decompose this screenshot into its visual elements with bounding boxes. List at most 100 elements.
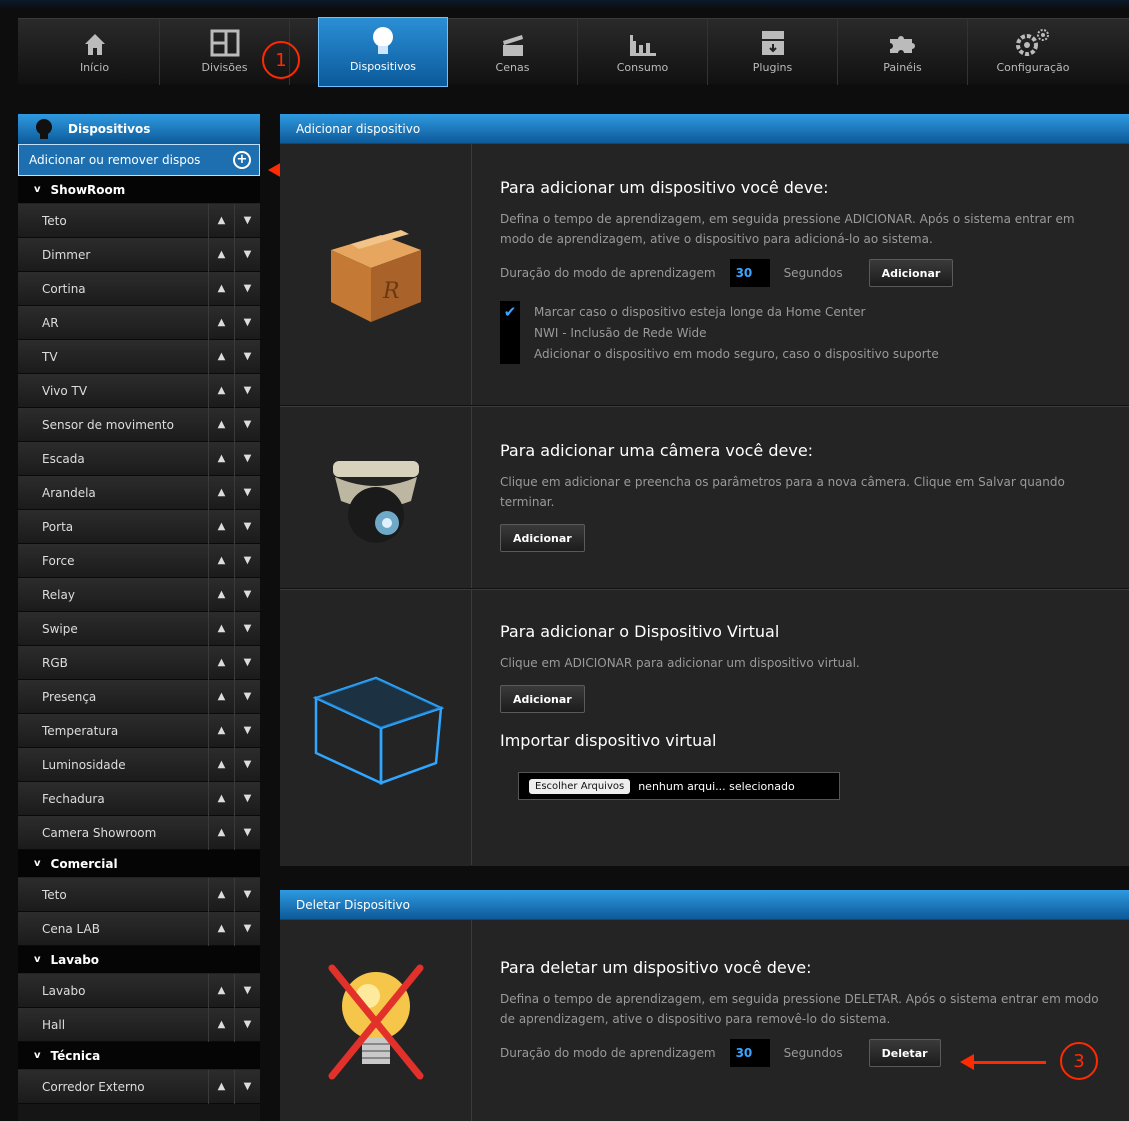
move-up-icon[interactable]: ▲	[208, 441, 234, 476]
move-down-icon[interactable]: ▼	[234, 611, 260, 646]
sidebar-group-header[interactable]: v Técnica	[18, 1042, 260, 1070]
move-up-icon[interactable]: ▲	[208, 645, 234, 680]
move-down-icon[interactable]: ▼	[234, 815, 260, 850]
move-down-icon[interactable]: ▼	[234, 781, 260, 816]
move-up-icon[interactable]: ▲	[208, 543, 234, 578]
choose-files-button[interactable]: Escolher Arquivos	[529, 778, 631, 794]
move-up-icon[interactable]: ▲	[208, 747, 234, 782]
move-down-icon[interactable]: ▼	[234, 237, 260, 272]
move-down-icon[interactable]: ▼	[234, 877, 260, 912]
nwi-checkbox[interactable]	[500, 322, 520, 343]
add-camera-button[interactable]: Adicionar	[500, 524, 585, 552]
secure-mode-checkbox[interactable]	[500, 343, 520, 364]
sidebar-device-item[interactable]: Luminosidade ▲ ▼	[18, 747, 260, 782]
nav-item-configuracao[interactable]: Configuração	[968, 19, 1098, 85]
move-up-icon[interactable]: ▲	[208, 911, 234, 946]
nav-item-cenas[interactable]: Cenas	[448, 19, 578, 85]
sidebar-device-item[interactable]: Camera Showroom ▲ ▼	[18, 815, 260, 850]
sidebar-device-item[interactable]: Temperatura ▲ ▼	[18, 713, 260, 748]
sidebar-device-item[interactable]: Sensor de movimento ▲ ▼	[18, 407, 260, 442]
delete-device-section: Para deletar um dispositivo você deve: D…	[280, 919, 1129, 1121]
sidebar-group-header[interactable]: v Lavabo	[18, 946, 260, 974]
nav-item-paineis[interactable]: Painéis	[838, 19, 968, 85]
move-up-icon[interactable]: ▲	[208, 475, 234, 510]
add-device-instructions: Defina o tempo de aprendizagem, em segui…	[500, 212, 1075, 246]
sidebar-device-item[interactable]: Teto ▲ ▼	[18, 203, 260, 238]
add-remove-devices-button[interactable]: Adicionar ou remover dispos +	[18, 144, 260, 176]
far-from-hc-checkbox[interactable]: ✔	[500, 301, 520, 322]
move-up-icon[interactable]: ▲	[208, 271, 234, 306]
sidebar-device-item[interactable]: Relay ▲ ▼	[18, 577, 260, 612]
move-up-icon[interactable]: ▲	[208, 611, 234, 646]
sidebar-device-item[interactable]: Fechadura ▲ ▼	[18, 781, 260, 816]
nav-item-consumo[interactable]: Consumo	[578, 19, 708, 85]
move-down-icon[interactable]: ▼	[234, 509, 260, 544]
delete-duration-input[interactable]: 30	[729, 1039, 770, 1067]
add-device-button[interactable]: Adicionar	[868, 259, 954, 287]
move-up-icon[interactable]: ▲	[208, 1007, 234, 1042]
move-down-icon[interactable]: ▼	[234, 543, 260, 578]
sidebar-device-item[interactable]: Cortina ▲ ▼	[18, 271, 260, 306]
sidebar-device-item[interactable]: Arandela ▲ ▼	[18, 475, 260, 510]
move-up-icon[interactable]: ▲	[208, 407, 234, 442]
move-up-icon[interactable]: ▲	[208, 781, 234, 816]
sidebar-device-item[interactable]: Force ▲ ▼	[18, 543, 260, 578]
sidebar-device-item[interactable]: Lavabo ▲ ▼	[18, 973, 260, 1008]
reorder-controls: ▲ ▼	[208, 781, 260, 816]
sidebar-device-item[interactable]: Vivo TV ▲ ▼	[18, 373, 260, 408]
import-file-picker[interactable]: Escolher Arquivos nenhum arqui... seleci…	[518, 772, 840, 800]
learning-duration-input[interactable]: 30	[729, 259, 770, 287]
move-down-icon[interactable]: ▼	[234, 577, 260, 612]
sidebar-device-item[interactable]: Teto ▲ ▼	[18, 877, 260, 912]
move-down-icon[interactable]: ▼	[234, 1069, 260, 1104]
move-down-icon[interactable]: ▼	[234, 339, 260, 374]
move-up-icon[interactable]: ▲	[208, 509, 234, 544]
move-up-icon[interactable]: ▲	[208, 203, 234, 238]
move-up-icon[interactable]: ▲	[208, 373, 234, 408]
move-down-icon[interactable]: ▼	[234, 203, 260, 238]
add-virtual-button[interactable]: Adicionar	[500, 685, 585, 713]
sidebar-device-item[interactable]: TV ▲ ▼	[18, 339, 260, 374]
sidebar-device-item[interactable]: Swipe ▲ ▼	[18, 611, 260, 646]
move-up-icon[interactable]: ▲	[208, 577, 234, 612]
sidebar-group-header[interactable]: v Comercial	[18, 850, 260, 878]
move-up-icon[interactable]: ▲	[208, 713, 234, 748]
reorder-controls: ▲ ▼	[208, 305, 260, 340]
move-down-icon[interactable]: ▼	[234, 441, 260, 476]
move-down-icon[interactable]: ▼	[234, 1007, 260, 1042]
move-up-icon[interactable]: ▲	[208, 877, 234, 912]
move-down-icon[interactable]: ▼	[234, 475, 260, 510]
sidebar-device-item[interactable]: RGB ▲ ▼	[18, 645, 260, 680]
sidebar-device-item[interactable]: Presença ▲ ▼	[18, 679, 260, 714]
move-up-icon[interactable]: ▲	[208, 815, 234, 850]
move-up-icon[interactable]: ▲	[208, 1069, 234, 1104]
move-down-icon[interactable]: ▼	[234, 305, 260, 340]
sidebar-device-item[interactable]: Corredor Externo ▲ ▼	[18, 1069, 260, 1104]
move-down-icon[interactable]: ▼	[234, 679, 260, 714]
move-up-icon[interactable]: ▲	[208, 679, 234, 714]
sidebar-device-item[interactable]: Dimmer ▲ ▼	[18, 237, 260, 272]
move-up-icon[interactable]: ▲	[208, 237, 234, 272]
move-up-icon[interactable]: ▲	[208, 339, 234, 374]
move-down-icon[interactable]: ▼	[234, 271, 260, 306]
sidebar-group-header[interactable]: v ShowRoom	[18, 176, 260, 204]
delete-device-button[interactable]: Deletar	[868, 1039, 941, 1067]
nav-item-dispositivos[interactable]: Dispositivos	[318, 17, 448, 87]
move-down-icon[interactable]: ▼	[234, 373, 260, 408]
move-up-icon[interactable]: ▲	[208, 973, 234, 1008]
sidebar-device-item[interactable]: AR ▲ ▼	[18, 305, 260, 340]
sidebar-device-item[interactable]: Escada ▲ ▼	[18, 441, 260, 476]
nav-item-inicio[interactable]: Início	[30, 19, 160, 85]
sidebar-device-item[interactable]: Porta ▲ ▼	[18, 509, 260, 544]
sidebar-device-item[interactable]: Hall ▲ ▼	[18, 1007, 260, 1042]
move-up-icon[interactable]: ▲	[208, 305, 234, 340]
move-down-icon[interactable]: ▼	[234, 407, 260, 442]
move-down-icon[interactable]: ▼	[234, 973, 260, 1008]
move-down-icon[interactable]: ▼	[234, 713, 260, 748]
move-down-icon[interactable]: ▼	[234, 911, 260, 946]
crossed-lightbulb-icon	[328, 964, 423, 1079]
nav-item-plugins[interactable]: Plugins	[708, 19, 838, 85]
sidebar-device-item[interactable]: Cena LAB ▲ ▼	[18, 911, 260, 946]
move-down-icon[interactable]: ▼	[234, 747, 260, 782]
move-down-icon[interactable]: ▼	[234, 645, 260, 680]
